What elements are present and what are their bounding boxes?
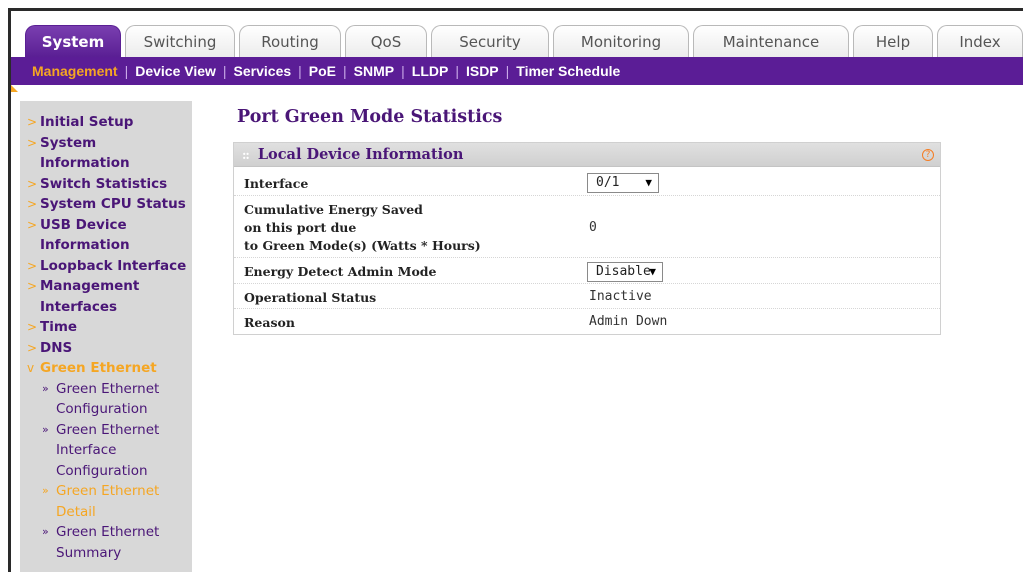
sidebar-subitem-green-ethernet-detail[interactable]: » Green Ethernet Detail — [20, 481, 192, 522]
chevron-right-icon: > — [27, 197, 38, 211]
drag-grip-icon: :: — [242, 147, 250, 162]
panel-title: Local Device Information — [257, 146, 464, 163]
energy-detect-admin-mode-row: Energy Detect Admin Mode Disable ▼ — [234, 260, 940, 284]
energy-saved-value: 0 — [589, 220, 597, 235]
energy-saved-label-line3: to Green Mode(s) (Watts * Hours) — [244, 238, 481, 253]
interface-label: Interface — [244, 176, 309, 191]
chevron-right-icon: > — [27, 258, 38, 273]
active-menu-marker — [11, 85, 18, 92]
chevron-right-icon: > — [27, 115, 38, 129]
sidebar-item-dns[interactable]: > DNS — [20, 338, 192, 359]
reason-row: Reason Admin Down — [234, 311, 940, 333]
submenu-device-view[interactable]: Device View — [128, 63, 223, 79]
sidebar-item-system-information[interactable]: > System Information — [20, 133, 192, 174]
reason-label: Reason — [244, 315, 295, 330]
sidebar-item-green-ethernet[interactable]: v Green Ethernet — [20, 358, 192, 379]
submenu-services[interactable]: Services — [227, 63, 299, 79]
chevron-right-icon: > — [27, 217, 38, 232]
submenu-management[interactable]: Management — [23, 63, 125, 79]
tab-switching[interactable]: Switching — [125, 25, 235, 57]
tab-monitoring[interactable]: Monitoring — [553, 25, 689, 57]
chevron-down-icon: v — [27, 361, 35, 375]
reason-value: Admin Down — [589, 314, 668, 329]
submenu-lldp[interactable]: LLDP — [405, 63, 456, 79]
energy-saved-label-line1: Cumulative Energy Saved — [244, 202, 423, 217]
sidebar-item-time[interactable]: > Time — [20, 317, 192, 338]
tab-maintenance[interactable]: Maintenance — [693, 25, 849, 57]
submenu-bar: Management | Device View | Services | Po… — [11, 57, 1023, 85]
tab-security[interactable]: Security — [431, 25, 549, 57]
sidebar-item-system-cpu-status[interactable]: > System CPU Status — [20, 194, 192, 215]
energy-saved-row: Cumulative Energy Saved on this port due… — [234, 198, 940, 258]
double-chevron-icon: » — [42, 525, 49, 538]
top-tab-bar: System Switching Routing QoS Security Mo… — [11, 11, 1023, 57]
window-frame-left — [8, 8, 11, 572]
dropdown-arrow-icon: ▼ — [649, 265, 656, 278]
operational-status-row: Operational Status Inactive — [234, 286, 940, 309]
tab-help[interactable]: Help — [853, 25, 933, 57]
tab-qos[interactable]: QoS — [345, 25, 427, 57]
submenu-poe[interactable]: PoE — [302, 63, 343, 79]
sidebar-item-initial-setup[interactable]: > Initial Setup — [20, 112, 192, 133]
chevron-right-icon: > — [27, 176, 38, 191]
submenu-snmp[interactable]: SNMP — [347, 63, 401, 79]
submenu-timer-schedule[interactable]: Timer Schedule — [509, 63, 627, 79]
interface-select[interactable]: 0/1 ▼ — [587, 173, 659, 193]
chevron-right-icon: > — [27, 340, 38, 355]
sidebar-item-switch-statistics[interactable]: > Switch Statistics — [20, 174, 192, 195]
sidebar-subitem-green-ethernet-interface-configuration[interactable]: » Green Ethernet Interface Configuration — [20, 420, 192, 482]
panel-header: :: Local Device Information — [234, 143, 940, 167]
sidebar-subitem-green-ethernet-summary[interactable]: » Green Ethernet Summary — [20, 522, 192, 563]
operational-status-value: Inactive — [589, 289, 652, 304]
dropdown-arrow-icon: ▼ — [645, 176, 652, 189]
sidebar: > Initial Setup > System Information > Swit… — [20, 101, 192, 572]
energy-saved-label-line2: on this port due — [244, 220, 357, 235]
interface-row: Interface 0/1 ▼ — [234, 172, 940, 196]
double-chevron-icon: » — [42, 484, 49, 497]
chevron-right-icon: > — [27, 279, 38, 293]
chevron-right-icon: > — [27, 135, 38, 150]
help-icon[interactable]: ? — [922, 149, 934, 161]
sidebar-item-management-interfaces[interactable]: > Management Interfaces — [20, 276, 192, 317]
tab-system[interactable]: System — [25, 25, 121, 57]
sidebar-subitem-green-ethernet-configuration[interactable]: » Green Ethernet Configuration — [20, 379, 192, 420]
local-device-info-panel: :: Local Device Information ? Interface … — [233, 142, 941, 335]
operational-status-label: Operational Status — [244, 290, 377, 305]
tab-index[interactable]: Index — [937, 25, 1023, 57]
double-chevron-icon: » — [42, 381, 49, 395]
submenu-isdp[interactable]: ISDP — [459, 63, 506, 79]
double-chevron-icon: » — [42, 422, 49, 436]
energy-detect-admin-mode-label: Energy Detect Admin Mode — [244, 264, 437, 279]
tab-routing[interactable]: Routing — [239, 25, 341, 57]
page-title: Port Green Mode Statistics — [237, 107, 503, 127]
chevron-right-icon: > — [27, 320, 38, 334]
sidebar-item-loopback-interface[interactable]: > Loopback Interface — [20, 256, 192, 277]
sidebar-item-usb-device-information[interactable]: > USB Device Information — [20, 215, 192, 256]
energy-detect-admin-mode-select[interactable]: Disable ▼ — [587, 262, 663, 282]
